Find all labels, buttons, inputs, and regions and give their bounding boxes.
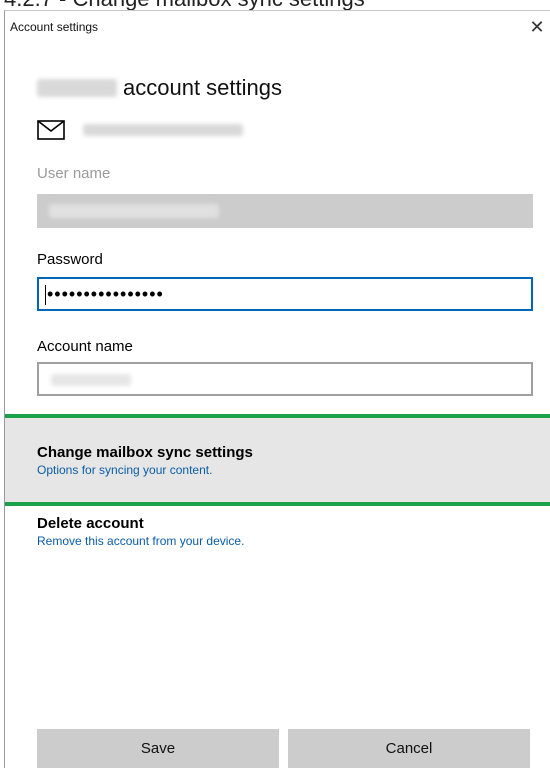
account-name-field[interactable] xyxy=(37,362,533,396)
change-sync-settings-option[interactable]: Change mailbox sync settings Options for… xyxy=(5,414,550,506)
redacted-account-name-value xyxy=(51,374,131,386)
heading-text: account settings xyxy=(123,75,282,100)
page-title: account settings xyxy=(37,75,282,101)
password-value: •••••••••••••••• xyxy=(47,284,164,304)
username-field xyxy=(37,194,533,228)
mail-icon xyxy=(37,120,65,140)
redacted-username xyxy=(49,204,219,218)
option-title: Change mailbox sync settings xyxy=(37,444,253,461)
password-label: Password xyxy=(37,251,103,268)
close-icon[interactable]: ✕ xyxy=(527,17,547,37)
save-button[interactable]: Save xyxy=(37,729,279,768)
account-name-label: Account name xyxy=(37,338,133,355)
delete-account-option[interactable]: Delete account Remove this account from … xyxy=(5,515,550,555)
title-bar: Account settings ✕ xyxy=(5,11,550,45)
window-title: Account settings xyxy=(10,20,99,34)
redacted-account-name xyxy=(37,79,117,97)
option-subtitle: Options for syncing your content. xyxy=(37,463,213,477)
username-label: User name xyxy=(37,165,111,182)
password-field[interactable]: •••••••••••••••• xyxy=(37,277,533,311)
account-settings-dialog: Account settings ✕ account settings User… xyxy=(4,10,550,768)
email-row xyxy=(37,120,243,140)
cancel-button[interactable]: Cancel xyxy=(288,729,530,768)
option-title: Delete account xyxy=(37,515,144,532)
option-subtitle: Remove this account from your device. xyxy=(37,534,245,548)
text-caret xyxy=(45,285,46,305)
page-caption: 4.2.7 - Change mailbox sync settings xyxy=(0,0,550,10)
redacted-email xyxy=(83,124,243,136)
